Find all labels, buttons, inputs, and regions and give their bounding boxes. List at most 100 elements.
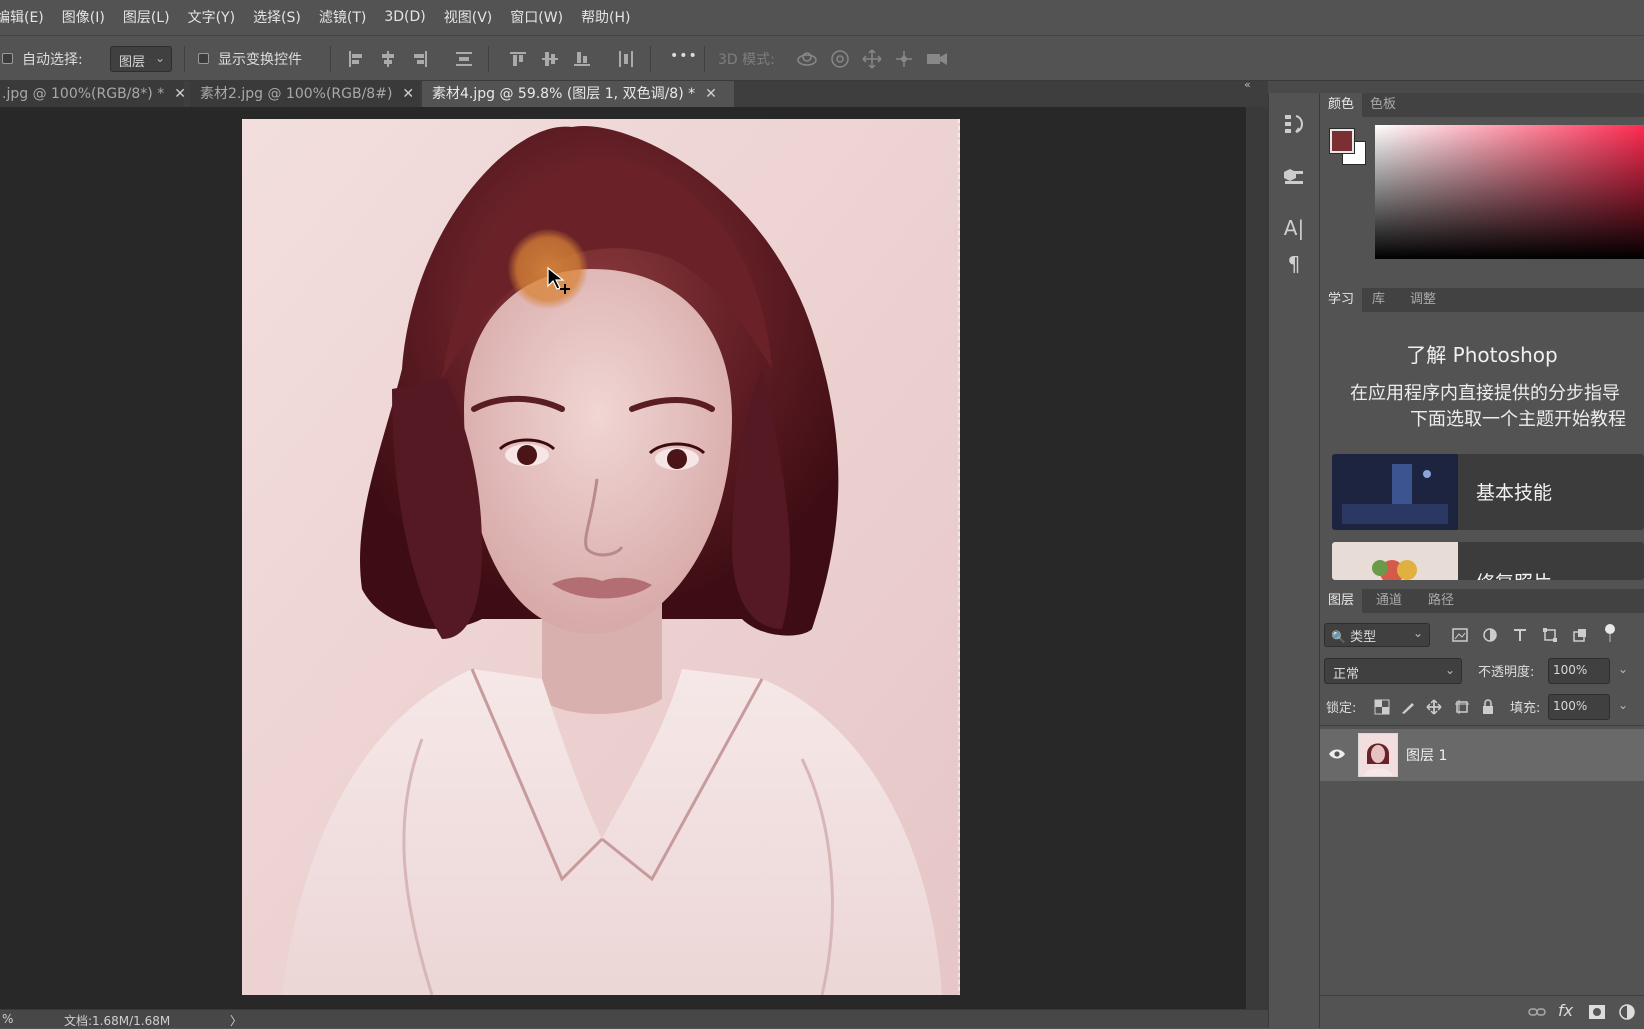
lock-position-icon[interactable] — [1426, 699, 1442, 715]
history-icon[interactable] — [1282, 112, 1306, 136]
zoom-level[interactable]: % — [2, 1012, 13, 1026]
close-icon[interactable]: ✕ — [402, 86, 414, 102]
eye-visibility-icon[interactable] — [1328, 747, 1346, 761]
3d-orbit-icon[interactable] — [796, 49, 818, 69]
align-middle-v-icon[interactable] — [540, 49, 560, 69]
color-panel-tabs: 颜色 色板 — [1320, 93, 1644, 117]
filter-pixel-icon[interactable] — [1452, 627, 1468, 643]
layer-name[interactable]: 图层 1 — [1406, 745, 1447, 765]
divider — [650, 46, 651, 72]
lock-artboard-icon[interactable] — [1454, 699, 1470, 715]
show-transform-checkbox[interactable] — [198, 53, 209, 64]
lock-all-icon[interactable] — [1480, 699, 1496, 715]
more-options-icon[interactable]: ••• — [670, 48, 698, 64]
blend-mode-dropdown[interactable]: 正常 ⌄ — [1324, 658, 1462, 684]
tab-swatches[interactable]: 色板 — [1362, 93, 1404, 117]
status-menu-arrow[interactable]: 〉 — [230, 1012, 242, 1029]
align-top-icon[interactable] — [508, 49, 528, 69]
3d-pan-icon[interactable] — [861, 49, 883, 69]
opacity-label: 不透明度: — [1478, 665, 1535, 680]
lock-image-pixels-icon[interactable] — [1400, 699, 1416, 715]
filter-shape-icon[interactable] — [1542, 627, 1558, 643]
link-icon[interactable] — [1528, 1005, 1546, 1019]
3d-camera-icon[interactable] — [925, 49, 949, 69]
paragraph-icon[interactable]: ¶ — [1282, 252, 1306, 276]
tab-document-2[interactable]: 素材2.jpg @ 100%(RGB/8#) ✕ — [190, 81, 420, 107]
menu-help[interactable]: 帮助(H) — [572, 7, 639, 27]
document-canvas-image[interactable] — [242, 119, 960, 995]
align-right-icon[interactable] — [410, 49, 430, 69]
layer-row[interactable]: 图层 1 — [1320, 729, 1644, 781]
blend-mode-value: 正常 — [1333, 667, 1360, 682]
color-picker-field[interactable] — [1375, 125, 1644, 259]
close-icon[interactable]: ✕ — [705, 86, 717, 102]
card-label: 基本技能 — [1476, 482, 1553, 504]
foreground-color-swatch[interactable] — [1329, 128, 1355, 154]
portrait-photo — [242, 119, 960, 995]
filter-adjustment-icon[interactable] — [1482, 627, 1498, 643]
tab-channels[interactable]: 通道 — [1368, 589, 1410, 613]
align-bottom-icon[interactable] — [572, 49, 592, 69]
tab-label: .jpg @ 100%(RGB/8*) * — [2, 86, 165, 102]
close-icon[interactable]: ✕ — [174, 86, 186, 102]
fill-value: 100% — [1553, 699, 1588, 713]
3d-objects-icon[interactable] — [1282, 164, 1306, 188]
menu-view[interactable]: 视图(V) — [435, 7, 502, 27]
3d-slide-icon[interactable] — [893, 49, 915, 69]
menu-type[interactable]: 文字(Y) — [179, 7, 244, 27]
vertical-scrollbar[interactable] — [1246, 107, 1268, 1009]
menu-image[interactable]: 图像(I) — [53, 7, 114, 27]
menu-select[interactable]: 选择(S) — [244, 7, 310, 27]
mask-icon[interactable] — [1588, 1004, 1606, 1020]
3d-roll-icon[interactable] — [829, 49, 851, 69]
filter-type-icon[interactable] — [1512, 627, 1528, 643]
tab-learn[interactable]: 学习 — [1320, 288, 1363, 312]
menu-edit[interactable]: 编辑(E) — [0, 7, 53, 27]
character-icon[interactable]: A| — [1282, 216, 1306, 240]
auto-select-checkbox[interactable] — [2, 53, 13, 64]
tab-paths[interactable]: 路径 — [1420, 589, 1462, 613]
filter-smart-object-icon[interactable] — [1572, 627, 1588, 643]
tab-document-active[interactable]: 素材4.jpg @ 59.8% (图层 1, 双色调/8) * ✕ — [422, 81, 734, 107]
document-size: 文档:1.68M/1.68M — [64, 1014, 171, 1028]
layer-filter-dropdown[interactable]: 🔍 类型 ⌄ — [1324, 623, 1430, 647]
learn-panel-tabs: 学习 库 调整 — [1320, 288, 1644, 312]
adjustment-icon[interactable] — [1618, 1004, 1636, 1020]
tab-color[interactable]: 颜色 — [1320, 93, 1363, 117]
tab-layers[interactable]: 图层 — [1320, 589, 1363, 613]
menu-window[interactable]: 窗口(W) — [501, 7, 572, 27]
tab-document-1[interactable]: .jpg @ 100%(RGB/8*) * ✕ — [0, 81, 186, 107]
distribute-vertical-icon[interactable] — [454, 49, 474, 69]
align-center-h-icon[interactable] — [378, 49, 398, 69]
tab-label: 素材2.jpg @ 100%(RGB/8#) — [200, 86, 393, 102]
collapse-arrows-icon[interactable]: « — [1244, 78, 1251, 91]
panel-collapse-bar[interactable]: « — [1244, 78, 1644, 93]
fix-photos-thumbnail — [1332, 542, 1458, 580]
chevron-down-icon[interactable]: ⌄ — [1618, 662, 1628, 676]
fx-icon[interactable]: fx — [1558, 1001, 1573, 1020]
card-label: 修复照片 — [1476, 568, 1552, 580]
learn-card-basics[interactable]: 基本技能 — [1332, 454, 1644, 530]
menu-filter[interactable]: 滤镜(T) — [310, 7, 375, 27]
chevron-down-icon: ⌄ — [1412, 626, 1423, 640]
opacity-input[interactable]: 100% — [1548, 658, 1610, 684]
layers-bottom-bar: fx — [1320, 995, 1644, 1028]
filter-toggle-icon[interactable] — [1604, 623, 1616, 643]
fill-input[interactable]: 100% — [1548, 694, 1610, 720]
document-tab-bar: .jpg @ 100%(RGB/8*) * ✕ 素材2.jpg @ 100%(RG… — [0, 81, 1268, 107]
menu-layer[interactable]: 图层(L) — [114, 7, 179, 27]
learn-card-fix-photos[interactable]: 修复照片 — [1332, 542, 1644, 580]
lock-label: 锁定: — [1326, 701, 1357, 716]
layer-thumbnail[interactable] — [1358, 733, 1398, 777]
auto-select-value: 图层 — [119, 55, 146, 70]
distribute-horizontal-icon[interactable] — [616, 49, 636, 69]
fill-label: 填充: — [1510, 701, 1541, 716]
lock-transparent-pixels-icon[interactable] — [1374, 699, 1390, 715]
menu-3d[interactable]: 3D(D) — [375, 9, 434, 25]
divider — [488, 46, 489, 72]
align-left-icon[interactable] — [346, 49, 366, 69]
tab-libraries[interactable]: 库 — [1364, 288, 1393, 312]
chevron-down-icon[interactable]: ⌄ — [1618, 698, 1628, 712]
auto-select-dropdown[interactable]: 图层 ⌄ — [110, 46, 172, 72]
tab-adjustments[interactable]: 调整 — [1402, 288, 1444, 312]
